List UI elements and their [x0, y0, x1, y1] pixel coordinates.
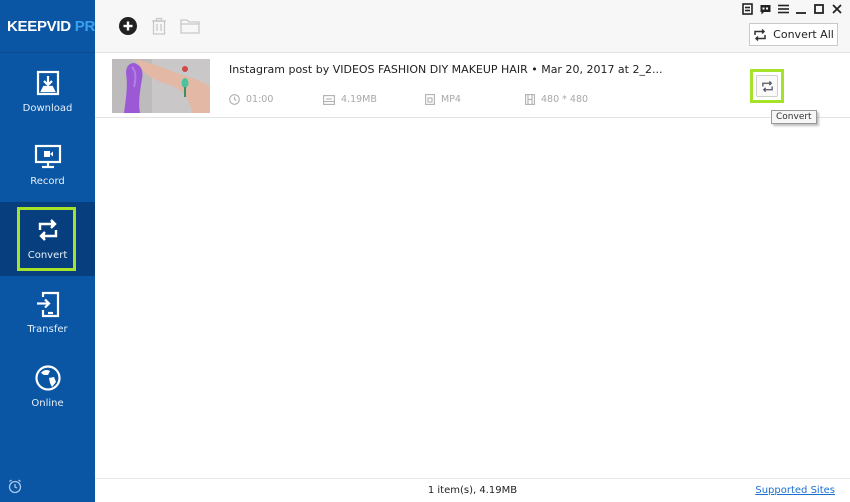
disk-size-icon — [323, 94, 335, 105]
duration-value: 01:00 — [246, 94, 274, 105]
window-controls — [738, 2, 846, 16]
file-list-item[interactable]: Instagram post by VIDEOS FASHION DIY MAK… — [95, 54, 850, 118]
menu-icon[interactable] — [774, 2, 792, 16]
file-format-icon — [425, 94, 435, 105]
row-convert-button[interactable] — [750, 69, 784, 103]
minimize-icon[interactable] — [792, 2, 810, 16]
toolbar — [95, 0, 850, 53]
sidebar-item-label: Online — [31, 398, 64, 409]
sidebar-item-label: Record — [30, 176, 65, 187]
convert-icon — [761, 80, 773, 92]
notes-icon[interactable] — [738, 2, 756, 16]
supported-sites-link[interactable]: Supported Sites — [755, 485, 835, 496]
sidebar-item-transfer[interactable]: Transfer — [0, 276, 95, 350]
size-meta: 4.19MB — [323, 94, 377, 105]
format-meta: MP4 — [425, 94, 461, 105]
sidebar-item-label: Transfer — [27, 324, 68, 335]
sidebar-item-download[interactable]: Download — [0, 55, 95, 129]
status-bar: 1 item(s), 4.19MB Supported Sites — [95, 478, 850, 502]
transfer-icon — [36, 291, 59, 318]
logo-main: KEEPVID — [7, 17, 71, 35]
trash-icon[interactable] — [149, 16, 169, 36]
clock-icon — [229, 94, 240, 105]
format-value: MP4 — [441, 94, 461, 105]
close-icon[interactable] — [828, 2, 846, 16]
convert-all-label: Convert All — [773, 28, 834, 41]
sidebar-item-label: Download — [22, 103, 73, 114]
maximize-icon[interactable] — [810, 2, 828, 16]
status-summary: 1 item(s), 4.19MB — [427, 485, 518, 496]
file-title: Instagram post by VIDEOS FASHION DIY MAK… — [229, 63, 663, 76]
add-icon[interactable] — [118, 16, 138, 36]
folder-icon[interactable] — [179, 16, 201, 36]
sidebar: KEEPVID PRO Download Record Convert Tran… — [0, 0, 107, 502]
resolution-meta: 480 * 480 — [525, 94, 588, 105]
resolution-value: 480 * 480 — [541, 94, 589, 105]
convert-tooltip: Convert — [771, 110, 817, 124]
convert-all-button[interactable]: Convert All — [749, 23, 838, 46]
video-thumbnail — [112, 59, 210, 113]
duration-meta: 01:00 — [229, 94, 273, 105]
alarm-clock-icon[interactable] — [7, 478, 23, 494]
convert-icon — [754, 28, 766, 41]
sidebar-item-record[interactable]: Record — [0, 128, 95, 202]
record-screen-icon — [34, 144, 61, 169]
download-icon — [36, 70, 59, 96]
size-value: 4.19MB — [341, 94, 377, 105]
highlight-box — [17, 207, 76, 271]
sidebar-item-online[interactable]: Online — [0, 350, 95, 424]
globe-icon — [34, 365, 61, 391]
feedback-icon[interactable] — [756, 2, 774, 16]
film-icon — [525, 94, 535, 105]
app-logo: KEEPVID PRO — [0, 0, 107, 53]
sidebar-item-convert[interactable]: Convert — [0, 202, 95, 276]
